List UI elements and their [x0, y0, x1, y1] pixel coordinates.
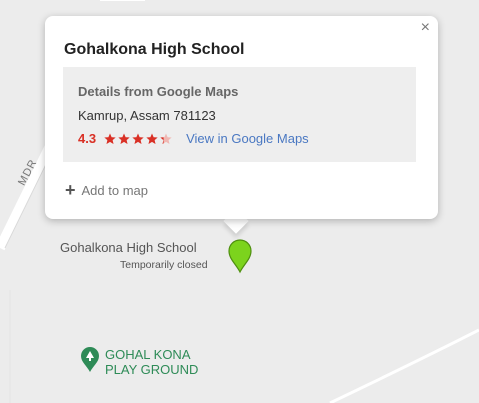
star-icon	[104, 133, 116, 145]
place-label[interactable]: Gohalkona High School	[60, 240, 197, 255]
details-heading: Details from Google Maps	[78, 84, 239, 99]
star-icon	[146, 133, 158, 145]
star-icon	[132, 133, 144, 145]
add-to-map-label: Add to map	[81, 183, 149, 198]
place-status: Temporarily closed	[120, 259, 208, 271]
plus-icon: +	[65, 180, 76, 200]
rating-value: 4.3	[78, 131, 97, 146]
poi-label[interactable]: GOHAL KONA PLAY GROUND	[105, 347, 198, 377]
star-icon	[160, 133, 172, 145]
popup-title: Gohalkona High School	[64, 41, 245, 58]
rating-row: 4.3 View in Google Maps	[78, 131, 309, 146]
address-text: Kamrup, Assam 781123	[78, 108, 216, 123]
map-pin-icon[interactable]	[226, 238, 254, 274]
star-icon	[118, 133, 130, 145]
star-rating	[104, 133, 174, 145]
close-button[interactable]: ×	[421, 20, 430, 36]
add-to-map-button[interactable]: + Add to map	[65, 180, 149, 200]
park-pin-icon[interactable]	[80, 347, 100, 373]
view-in-google-maps-link[interactable]: View in Google Maps	[186, 131, 309, 146]
details-panel: Details from Google Maps Kamrup, Assam 7…	[63, 67, 416, 162]
place-info-popup: × Gohalkona High School Details from Goo…	[45, 16, 438, 219]
